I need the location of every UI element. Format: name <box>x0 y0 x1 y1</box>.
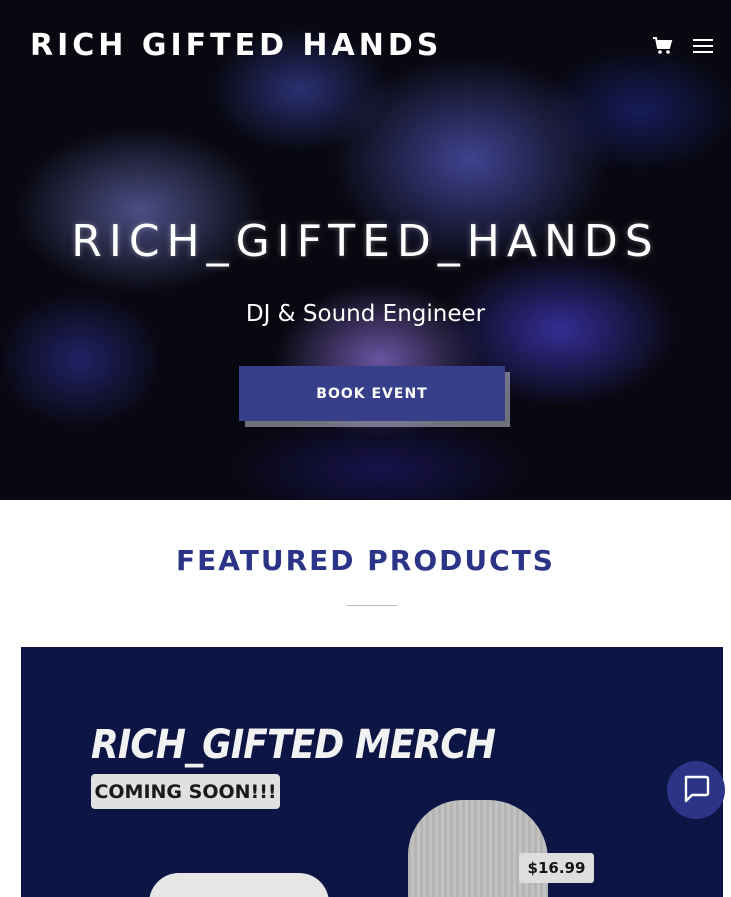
hero-section: RICH GIFTED HANDS RICH_GIFTED_HANDS DJ &… <box>0 0 731 500</box>
hero-subheading: DJ & Sound Engineer <box>245 301 486 327</box>
shopping-cart-icon[interactable] <box>652 36 674 56</box>
hamburger-menu-icon[interactable] <box>693 38 713 54</box>
chat-bubble-icon <box>680 773 712 808</box>
chat-button[interactable] <box>667 761 725 819</box>
book-event-button[interactable]: BOOK EVENT <box>239 366 505 421</box>
title-divider <box>347 605 397 606</box>
featured-products-title: FEATURED PRODUCTS <box>176 544 555 577</box>
site-logo[interactable]: RICH GIFTED HANDS <box>30 27 442 65</box>
merch-headline: RICH_GIFTED MERCH <box>91 722 496 768</box>
tshirt-image <box>149 873 329 897</box>
coming-soon-badge: COMING SOON!!! <box>91 774 280 809</box>
featured-product-image[interactable]: RICH_GIFTED MERCH COMING SOON!!! $16.99 <box>21 647 723 897</box>
hero-heading: RICH_GIFTED_HANDS <box>71 216 660 267</box>
price-tag: $16.99 <box>519 853 594 883</box>
